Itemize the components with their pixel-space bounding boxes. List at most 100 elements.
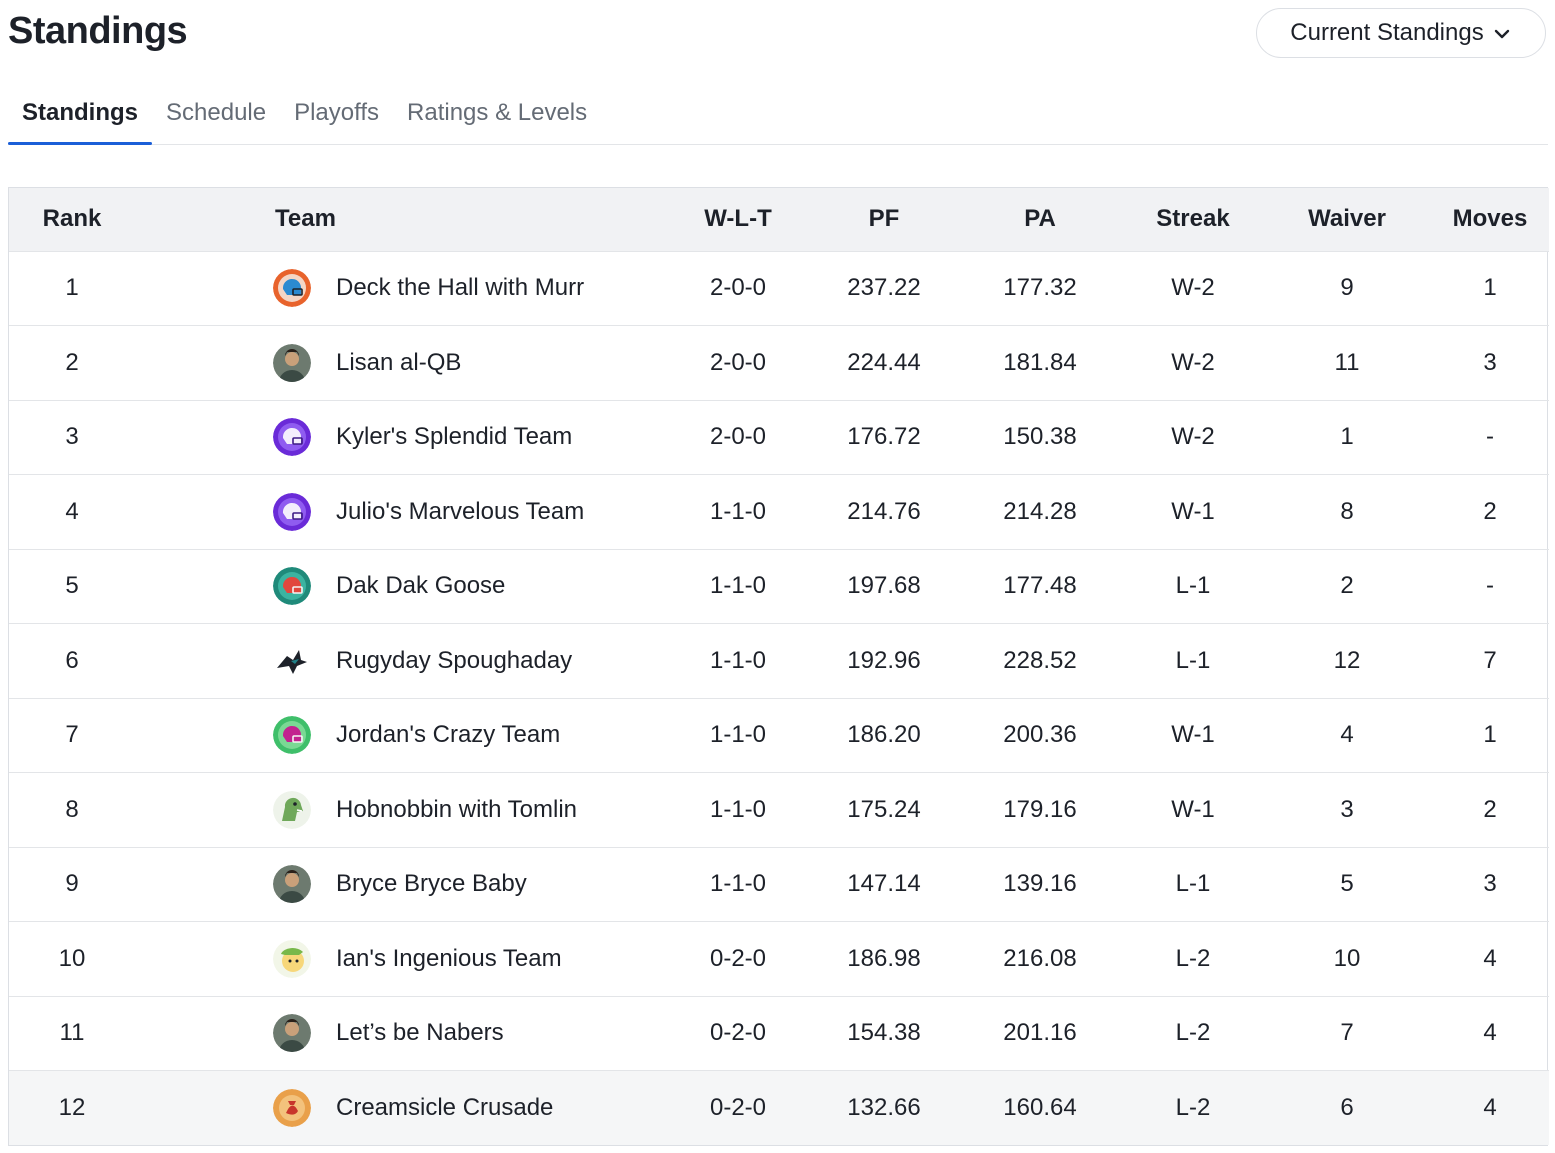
column-header-team[interactable]: Team [135, 188, 665, 251]
waiver-cell: 1 [1340, 423, 1354, 451]
team-cell: Ian's Ingenious Team [135, 922, 665, 997]
tab-bar: Standings Schedule Playoffs Ratings & Le… [8, 94, 1548, 145]
team-link[interactable]: Kyler's Splendid Team [135, 418, 665, 457]
streak-cell: L-2 [1175, 1094, 1211, 1121]
pa-cell: 214.28 [1003, 497, 1077, 525]
moves-cell: 2 [1483, 497, 1497, 525]
streak-cell: L-1 [1175, 870, 1211, 898]
pa-cell: 201.16 [1003, 1019, 1077, 1047]
column-header-rank[interactable]: Rank [9, 188, 135, 251]
team-name: Bryce Bryce Baby [336, 870, 527, 898]
rank-cell: 9 [65, 870, 79, 898]
pf-cell: 237.22 [847, 274, 921, 302]
moves-cell: 3 [1483, 348, 1497, 376]
team-link[interactable]: Julio's Marvelous Team [135, 492, 665, 531]
cartoon-face-icon [273, 939, 311, 978]
helmet-orange-icon [273, 269, 311, 308]
streak-cell: W-1 [1171, 795, 1215, 823]
column-header-moves[interactable]: Moves [1431, 188, 1549, 251]
wlt-cell: 0-2-0 [709, 1094, 767, 1121]
streak-cell: L-1 [1175, 572, 1211, 600]
column-header-wlt[interactable]: W-L-T [665, 188, 811, 251]
standings-view-label: Current Standings [1290, 19, 1484, 46]
tab-ratings-levels[interactable]: Ratings & Levels [393, 94, 601, 144]
team-link[interactable]: Lisan al-QB [135, 343, 665, 382]
team-link[interactable]: Rugyday Spoughaday [135, 641, 665, 680]
pf-cell: 176.72 [847, 423, 921, 451]
wlt-cell: 1-1-0 [709, 572, 767, 600]
helmet-purple-icon [273, 418, 311, 457]
team-cell: Dak Dak Goose [135, 549, 665, 624]
moves-cell: 1 [1483, 721, 1497, 749]
streak-cell: L-2 [1175, 1019, 1211, 1047]
column-header-streak[interactable]: Streak [1123, 188, 1263, 251]
wlt-cell: 1-1-0 [709, 795, 767, 823]
tab-playoffs[interactable]: Playoffs [280, 94, 393, 144]
team-link[interactable]: Jordan's Crazy Team [135, 716, 665, 755]
streak-cell: L-1 [1175, 646, 1211, 674]
team-name: Jordan's Crazy Team [336, 721, 561, 749]
waiver-cell: 10 [1333, 944, 1361, 972]
pf-cell: 147.14 [847, 870, 921, 898]
pf-cell: 186.98 [847, 944, 921, 972]
table-row: 1 Deck the Hall with Murr 2-0-0 237.22 177.3… [9, 251, 1549, 326]
chevron-down-icon [1494, 29, 1509, 39]
team-link[interactable]: Creamsicle Crusade [135, 1089, 665, 1127]
pa-cell: 160.64 [1003, 1094, 1077, 1121]
pa-cell: 177.32 [1003, 274, 1077, 302]
table-row: 4 Julio's Marvelous Team 1-1-0 214.76 214.28… [9, 474, 1549, 550]
tab-schedule[interactable]: Schedule [152, 94, 280, 144]
tab-standings[interactable]: Standings [8, 94, 153, 145]
wlt-cell: 2-0-0 [709, 423, 767, 451]
table-row: 7 Jordan's Crazy Team 1-1-0 186.20 200.36 W-1… [9, 698, 1549, 773]
column-header-waiver[interactable]: Waiver [1263, 188, 1431, 251]
wlt-cell: 2-0-0 [709, 274, 767, 302]
column-header-pa[interactable]: PA [957, 188, 1123, 251]
column-header-pf[interactable]: PF [811, 188, 957, 251]
rank-cell: 8 [65, 795, 79, 823]
moves-cell: 2 [1483, 795, 1497, 823]
moves-cell: 4 [1483, 1094, 1497, 1121]
streak-cell: W-1 [1171, 721, 1215, 749]
table-row: 10 Ian's Ingenious Team 0-2-0 186.98 216.08 L… [9, 921, 1549, 997]
team-link[interactable]: Bryce Bryce Baby [135, 865, 665, 904]
team-link[interactable]: Dak Dak Goose [135, 567, 665, 606]
pa-cell: 177.48 [1003, 572, 1077, 600]
rank-cell: 4 [65, 497, 79, 525]
rank-cell: 12 [58, 1094, 86, 1121]
pa-cell: 179.16 [1003, 795, 1077, 823]
standings-view-select[interactable]: Current Standings [1256, 8, 1546, 58]
helmet-teal-icon [273, 567, 311, 606]
pa-cell: 200.36 [1003, 721, 1077, 749]
rank-cell: 7 [65, 721, 79, 749]
moves-cell: 4 [1483, 944, 1497, 972]
helmet-purple-icon [273, 492, 311, 531]
team-link[interactable]: Let’s be Nabers [135, 1014, 665, 1053]
wlt-cell: 0-2-0 [709, 1019, 767, 1047]
team-cell: Jordan's Crazy Team [135, 698, 665, 773]
team-name: Julio's Marvelous Team [336, 497, 585, 525]
table-row: 11 Let’s be Nabers 0-2-0 154.38 201.16 L-2 7 4 [9, 996, 1549, 1071]
team-cell: Let’s be Nabers [135, 996, 665, 1071]
team-cell: Julio's Marvelous Team [135, 475, 665, 550]
wlt-cell: 2-0-0 [709, 348, 767, 376]
waiver-cell: 9 [1340, 274, 1354, 302]
waiver-cell: 4 [1340, 721, 1354, 749]
waiver-cell: 2 [1340, 572, 1354, 600]
rank-cell: 1 [65, 274, 79, 302]
table-row: 8 Hobnobbin with Tomlin 1-1-0 175.24 179.16 W… [9, 772, 1549, 848]
waiver-cell: 11 [1334, 348, 1360, 376]
rank-cell: 3 [65, 423, 79, 451]
pf-cell: 175.24 [847, 795, 921, 823]
table-header-row: Rank Team W-L-T PF PA Streak Waiver Move… [9, 188, 1549, 251]
waiver-cell: 3 [1340, 795, 1354, 823]
person-photo-icon [273, 1014, 311, 1053]
team-link[interactable]: Ian's Ingenious Team [135, 939, 665, 978]
team-link[interactable]: Hobnobbin with Tomlin [135, 790, 665, 829]
team-name: Lisan al-QB [336, 348, 462, 376]
wlt-cell: 1-1-0 [709, 870, 767, 898]
waiver-cell: 6 [1340, 1094, 1354, 1121]
streak-cell: W-2 [1171, 274, 1215, 302]
standings-table: Rank Team W-L-T PF PA Streak Waiver Move… [8, 187, 1549, 1146]
team-link[interactable]: Deck the Hall with Murr [135, 269, 665, 308]
